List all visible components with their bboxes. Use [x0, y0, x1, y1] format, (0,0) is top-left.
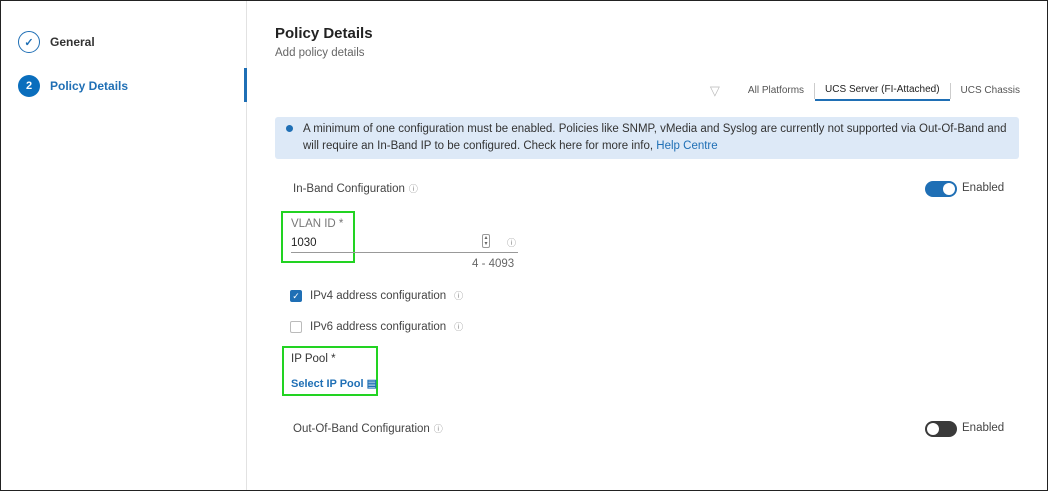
outofband-toggle[interactable]: [925, 421, 957, 437]
outofband-toggle-label: Enabled: [962, 422, 1005, 434]
info-icon: ⓘ: [433, 424, 443, 434]
ippool-label: IP Pool *: [291, 353, 336, 365]
ipv6-checkbox-row[interactable]: IPv6 address configuration ⓘ: [290, 320, 463, 333]
info-icon: [286, 125, 293, 132]
inband-toggle[interactable]: [925, 181, 957, 197]
inband-label: In-Band Configuration ⓘ: [293, 183, 418, 195]
step-policy-details[interactable]: 2 Policy Details: [18, 75, 128, 97]
checkbox-checked-icon: ✓: [290, 289, 302, 302]
step-general[interactable]: ✓ General: [18, 31, 95, 53]
info-icon: ⓘ: [408, 184, 418, 194]
tab-ucs-server[interactable]: UCS Server (FI-Attached): [815, 80, 950, 101]
platform-tabs: ▽ All Platforms UCS Server (FI-Attached)…: [710, 80, 1020, 101]
page-title: Policy Details: [275, 25, 373, 42]
info-banner: A minimum of one configuration must be e…: [275, 117, 1019, 159]
ipv4-checkbox-row[interactable]: ✓ IPv4 address configuration ⓘ: [290, 289, 463, 302]
inband-toggle-label: Enabled: [962, 182, 1005, 194]
stepper-icon[interactable]: ▴ ▾: [482, 234, 490, 248]
checkbox-unchecked-icon: [290, 320, 302, 333]
step-label: Policy Details: [50, 79, 129, 93]
step-number: 2: [18, 75, 40, 97]
vlan-label: VLAN ID *: [291, 218, 344, 230]
help-centre-link[interactable]: Help Centre: [656, 140, 717, 152]
info-icon: ⓘ: [454, 291, 464, 301]
select-ip-pool-link[interactable]: Select IP Pool ▤: [291, 377, 377, 390]
vlan-range: 4 - 4093: [472, 258, 515, 270]
active-step-indicator: [244, 68, 247, 102]
info-icon: ⓘ: [507, 238, 517, 248]
info-icon: ⓘ: [454, 322, 464, 332]
tab-all-platforms[interactable]: All Platforms: [738, 81, 814, 100]
tab-ucs-chassis[interactable]: UCS Chassis: [951, 81, 1020, 100]
page-subtitle: Add policy details: [275, 47, 365, 59]
step-label: General: [50, 35, 95, 49]
outofband-label: Out-Of-Band Configuration ⓘ: [293, 423, 443, 435]
wizard-sidebar: ✓ General 2 Policy Details: [1, 1, 247, 490]
filter-icon[interactable]: ▽: [710, 83, 720, 99]
clipboard-icon: ▤: [366, 378, 378, 390]
check-icon: ✓: [18, 31, 40, 53]
banner-text: A minimum of one configuration must be e…: [303, 123, 1007, 152]
